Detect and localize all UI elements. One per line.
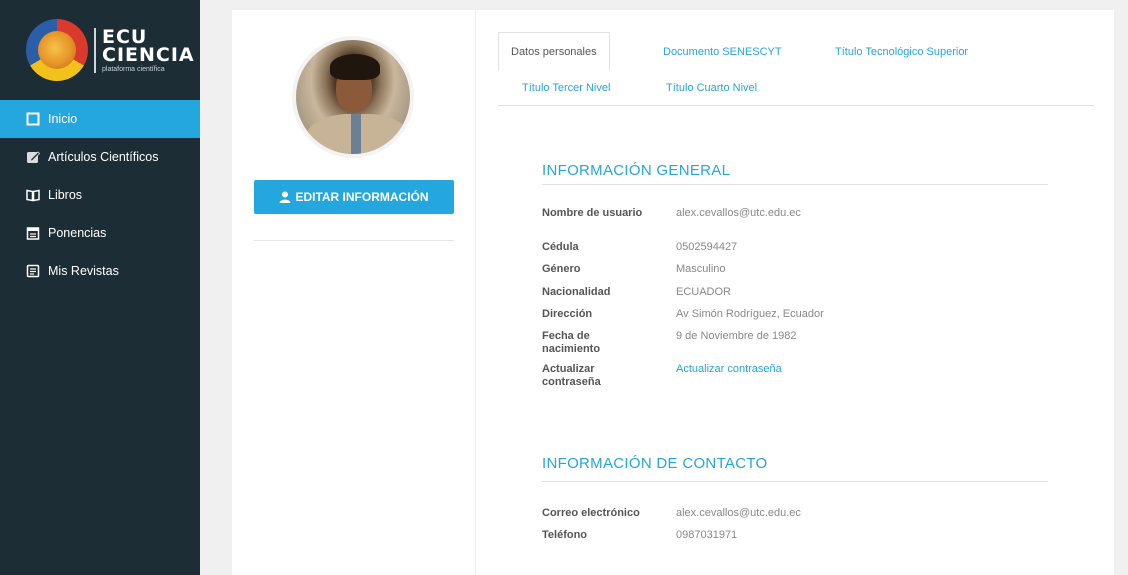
profile-tabs: Datos personales Documento SENESCYT Títu… [498, 32, 1094, 106]
divider [254, 240, 454, 241]
cedula-label: Cédula [542, 241, 579, 253]
username-label: Nombre de usuario [542, 207, 643, 219]
address-label: Dirección [542, 308, 593, 320]
general-info-title: INFORMACIÓN GENERAL [542, 162, 731, 179]
address-value: Av Simón Rodríguez, Ecuador [676, 308, 824, 320]
contact-info-title: INFORMACIÓN DE CONTACTO [542, 455, 768, 472]
sidebar-item-mis-revistas[interactable]: Mis Revistas [0, 252, 200, 290]
tab-documento-senescyt[interactable]: Documento SENESCYT [663, 46, 782, 58]
cedula-value: 0502594427 [676, 241, 738, 253]
sidebar-item-label: Mis Revistas [48, 264, 119, 278]
tab-datos-personales[interactable]: Datos personales [498, 32, 610, 71]
sidebar-item-label: Libros [48, 188, 83, 202]
general-info-divider [542, 184, 1048, 185]
globe-logo-icon [26, 19, 88, 81]
avatar [292, 36, 414, 158]
email-label: Correo electrónico [542, 507, 640, 519]
square-icon [26, 112, 40, 126]
sidebar-item-label: Inicio [48, 112, 78, 126]
calendar-icon [26, 226, 40, 240]
contact-info-divider [542, 481, 1048, 482]
sidebar-item-label: Artículos Científicos [48, 150, 159, 164]
tab-titulo-cuarto-nivel[interactable]: Título Cuarto Nivel [666, 82, 757, 94]
birthdate-value: 9 de Noviembre de 1982 [676, 330, 797, 342]
logo-text: ECU CIENCIA plataforma científica [94, 25, 195, 73]
edit-information-button[interactable]: EDITAR INFORMACIÓN [254, 180, 454, 214]
ecuciencia-logo[interactable]: ECU CIENCIA plataforma científica [0, 0, 200, 100]
tab-titulo-tecnologico[interactable]: Título Tecnológico Superior [835, 46, 968, 58]
book-icon [26, 188, 40, 202]
edit-button-label: EDITAR INFORMACIÓN [295, 190, 429, 204]
user-icon [279, 191, 291, 203]
sidebar: ECU CIENCIA plataforma científica Inicio… [0, 0, 200, 575]
update-password-label: Actualizar contraseña [542, 363, 601, 388]
sidebar-item-articulos[interactable]: Artículos Científicos [0, 138, 200, 176]
sidebar-item-inicio[interactable]: Inicio [0, 100, 200, 138]
update-password-link[interactable]: Actualizar contraseña [676, 363, 782, 376]
phone-value: 0987031971 [676, 529, 738, 541]
nationality-label: Nacionalidad [542, 286, 611, 298]
avatar-hair [330, 54, 380, 80]
logo-line-2: CIENCIA [102, 43, 195, 66]
gender-label: Género [542, 263, 581, 275]
avatar-tie [351, 114, 361, 154]
sidebar-item-label: Ponencias [48, 226, 107, 240]
profile-card: EDITAR INFORMACIÓN Datos personales Docu… [232, 10, 1114, 575]
sidebar-item-libros[interactable]: Libros [0, 176, 200, 214]
birthdate-label: Fecha de nacimiento [542, 330, 601, 355]
logo-tagline: plataforma científica [102, 65, 165, 73]
tab-titulo-tercer-nivel[interactable]: Título Tercer Nivel [522, 82, 610, 94]
pencil-square-icon [26, 150, 40, 164]
phone-label: Teléfono [542, 529, 588, 541]
gender-value: Masculino [676, 263, 726, 275]
profile-summary: EDITAR INFORMACIÓN [232, 10, 476, 575]
sidebar-item-ponencias[interactable]: Ponencias [0, 214, 200, 252]
username-value: alex.cevallos@utc.edu.ec [676, 207, 801, 219]
nationality-value: ECUADOR [676, 286, 732, 298]
email-value: alex.cevallos@utc.edu.ec [676, 507, 801, 519]
document-icon [26, 264, 40, 278]
logo-line-1: ECU [102, 25, 148, 48]
